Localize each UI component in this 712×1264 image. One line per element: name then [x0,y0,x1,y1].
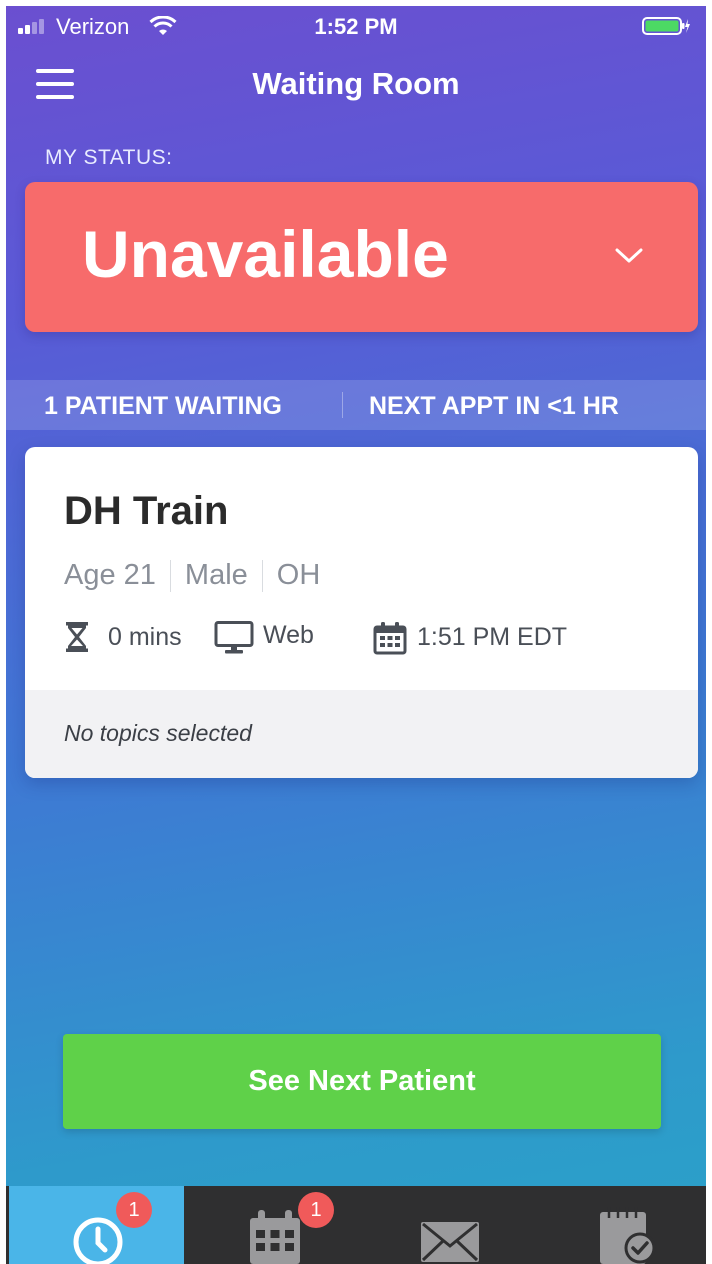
status-dropdown[interactable]: Unavailable [25,182,698,332]
tab-schedule[interactable]: 1 [184,1186,359,1264]
wifi-icon [149,16,177,35]
next-appointment-time: NEXT APPT IN <1 HR [369,392,619,420]
info-divider [342,392,343,418]
waiting-room-screen: Verizon 1:52 PM Waiting Room MY STATUS: … [6,6,706,1264]
hourglass-icon [66,622,88,652]
monitor-icon [214,621,254,654]
tab-waiting-room[interactable]: 1 [9,1186,184,1264]
calendar-icon [250,1210,300,1264]
patient-card-footer: No topics selected [25,690,698,778]
my-status-label: MY STATUS: [45,146,173,169]
visit-type: Web [263,621,314,649]
battery-icon [642,17,690,35]
wait-time: 0 mins [108,623,182,651]
calendar-icon [373,622,407,655]
envelope-icon [421,1222,479,1262]
tab-notes[interactable] [534,1186,706,1264]
carrier-name: Verizon [56,14,130,39]
page-title: Waiting Room [252,66,460,101]
clock-icon [73,1217,123,1264]
status-bar: Verizon 1:52 PM [6,6,706,46]
patients-waiting-count: 1 PATIENT WAITING [44,392,282,420]
demographics-divider [169,560,171,593]
patient-card[interactable]: DH Train Age 21 Male OH 0 mins Web 1:51 … [25,447,698,778]
hamburger-menu-icon[interactable] [36,69,74,101]
patient-state: OH [276,559,321,591]
patient-sex: Male [184,559,248,591]
tab-badge: 1 [298,1192,334,1228]
check-in-time: 1:51 PM EDT [417,623,568,651]
cellular-signal-icon [18,18,54,34]
demographics-divider [261,560,263,593]
tab-messages[interactable] [359,1186,534,1264]
patient-age: Age 21 [64,559,156,591]
see-next-patient-button[interactable]: See Next Patient [63,1034,661,1129]
patient-demographics: Age 21 Male OH [64,559,320,595]
tab-badge: 1 [116,1192,152,1228]
status-value: Unavailable [82,217,449,291]
queue-info-bar: 1 PATIENT WAITING NEXT APPT IN <1 HR [6,380,706,430]
patient-name: DH Train [64,489,229,533]
patient-topics: No topics selected [64,720,252,746]
notepad-check-icon [600,1207,656,1264]
chevron-down-icon [615,248,643,263]
tab-bar: 1 1 [6,1186,706,1264]
